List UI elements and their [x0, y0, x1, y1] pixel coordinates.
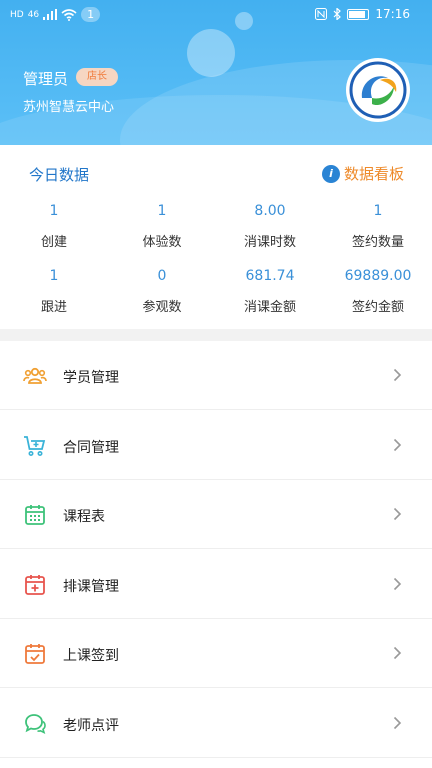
menu-item-label: 合同管理 — [63, 440, 119, 456]
org-name[interactable]: 苏州智慧云中心 — [23, 96, 114, 115]
stat-trials[interactable]: 1 体验数 — [108, 203, 216, 250]
dashboard-link[interactable]: i 数据看板 — [321, 163, 404, 184]
chevron-right-icon — [393, 507, 402, 521]
stat-label: 签约数量 — [351, 235, 404, 250]
menu-item-label: 课程表 — [63, 509, 105, 525]
stat-contracts-count[interactable]: 1 签约数量 — [324, 203, 432, 250]
battery-icon — [347, 8, 370, 20]
menu-item-scheduling[interactable]: 排课管理 — [0, 550, 432, 619]
chevron-right-icon — [393, 438, 402, 452]
user-role: 管理员 — [23, 70, 69, 88]
stat-label: 参观数 — [142, 300, 182, 315]
stat-contract-amount[interactable]: 69889.00 签约金额 — [324, 268, 432, 315]
stat-label: 签约金额 — [351, 300, 404, 315]
stat-value: 1 — [157, 203, 167, 219]
network-type: HD — [10, 9, 24, 20]
menu-item-label: 上课签到 — [63, 648, 119, 664]
profile-header: HD 46 1 17:16 管理员 店长 苏州智慧云中心 — [0, 0, 432, 145]
signal-icon — [43, 9, 58, 20]
chat-icon — [25, 714, 46, 735]
menu-item-label: 排课管理 — [63, 579, 119, 595]
stat-value: 1 — [373, 203, 383, 219]
bluetooth-icon — [333, 8, 342, 20]
today-data-title: 今日数据 — [29, 166, 90, 184]
dashboard-label: 数据看板 — [343, 165, 404, 183]
stat-created[interactable]: 1 创建 — [0, 203, 108, 250]
stat-value: 681.74 — [245, 268, 295, 284]
calendar-icon — [25, 505, 45, 525]
notification-badge: 1 — [81, 7, 101, 22]
menu-item-contract-management[interactable]: 合同管理 — [0, 411, 432, 480]
status-bar: HD 46 1 17:16 — [0, 0, 432, 30]
stat-label: 消课金额 — [243, 300, 296, 315]
header-bubble-decoration — [187, 29, 235, 77]
menu-item-class-check-in[interactable]: 上课签到 — [0, 619, 432, 688]
stat-lesson-amount[interactable]: 681.74 消课金额 — [216, 268, 324, 315]
info-icon: i — [321, 164, 340, 183]
stat-label: 跟进 — [40, 300, 67, 315]
stat-visits[interactable]: 0 参观数 — [108, 268, 216, 315]
calendar-check-icon — [25, 644, 45, 664]
users-icon — [23, 367, 47, 384]
cart-icon — [24, 436, 46, 456]
stat-lesson-hours[interactable]: 8.00 消课时数 — [216, 203, 324, 250]
chevron-right-icon — [393, 577, 402, 591]
stat-follow-ups[interactable]: 1 跟进 — [0, 268, 108, 315]
menu-item-student-management[interactable]: 学员管理 — [0, 341, 432, 410]
stat-value: 8.00 — [254, 203, 286, 219]
today-data-card: 今日数据 i 数据看板 1 创建 1 体验数 8.00 消课时数 1 签约数量 … — [0, 145, 432, 329]
stat-value: 0 — [157, 268, 167, 284]
stat-value: 69889.00 — [344, 268, 412, 284]
status-time: 17:16 — [375, 7, 410, 21]
menu-item-label: 学员管理 — [63, 370, 119, 386]
stat-label: 创建 — [40, 235, 67, 250]
role-tag: 店长 — [76, 68, 118, 86]
chevron-right-icon — [393, 646, 402, 660]
org-logo[interactable] — [346, 58, 410, 122]
logo-icon — [349, 61, 407, 119]
calendar-add-icon — [25, 575, 45, 595]
stat-value: 1 — [49, 203, 59, 219]
menu-item-label: 老师点评 — [63, 718, 119, 734]
nfc-icon — [315, 8, 328, 20]
stat-value: 1 — [49, 268, 59, 284]
menu-item-teacher-comments[interactable]: 老师点评 — [0, 689, 432, 758]
chevron-right-icon — [393, 716, 402, 730]
wifi-icon — [61, 8, 77, 21]
chevron-right-icon — [393, 368, 402, 382]
signal-type: 46 — [27, 9, 40, 20]
menu-item-timetable[interactable]: 课程表 — [0, 480, 432, 549]
function-menu: 学员管理 合同管理 课程表 排课管理 上课签到 老师点评 — [0, 341, 432, 768]
stat-label: 消课时数 — [243, 235, 296, 250]
stat-label: 体验数 — [142, 235, 182, 250]
